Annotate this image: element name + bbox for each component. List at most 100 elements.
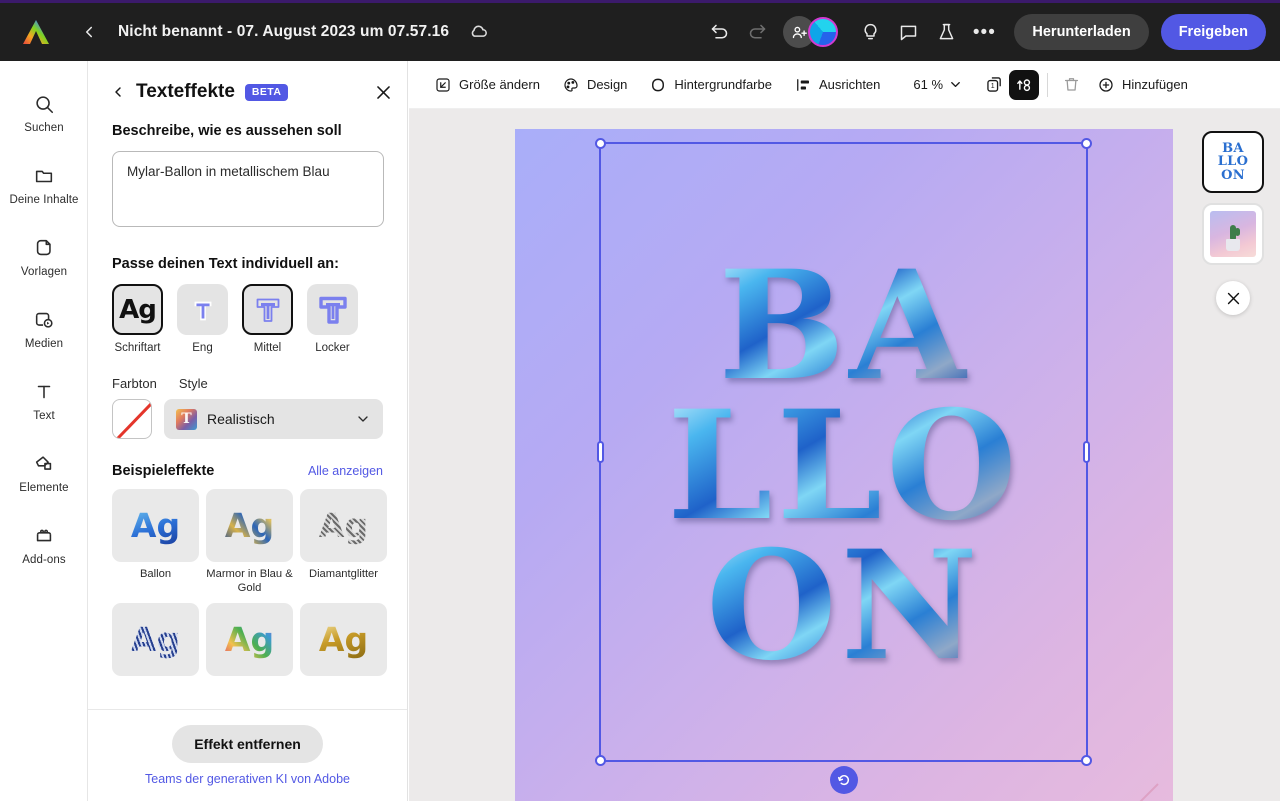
- background-color-label: Hintergrundfarbe: [674, 77, 772, 92]
- example-row3-3[interactable]: Ag: [300, 602, 387, 676]
- example-tile: Ag: [112, 489, 199, 562]
- sidebar-label: Vorlagen: [20, 265, 68, 278]
- example-glyph: Ag: [318, 619, 369, 659]
- design-button[interactable]: Design: [551, 69, 638, 101]
- elements-icon: [35, 455, 52, 470]
- adobe-express-logo[interactable]: [0, 19, 72, 46]
- sidebar-item-text[interactable]: Text: [0, 365, 88, 437]
- style-preview-icon: T: [176, 408, 197, 430]
- search-icon: [36, 95, 54, 113]
- example-glyph: Ag: [130, 619, 181, 659]
- balloon-text-object[interactable]: BA LLO ON: [515, 129, 1173, 779]
- sidebar-item-elemente[interactable]: Elemente: [0, 437, 88, 509]
- thumbnails-close-button[interactable]: [1216, 281, 1250, 315]
- zoom-value: 61 %: [913, 77, 944, 92]
- prompt-input[interactable]: [112, 151, 384, 227]
- generative-ai-link[interactable]: Teams der generativen KI von Adobe: [145, 772, 350, 786]
- style-dropdown[interactable]: T Realistisch: [164, 399, 383, 439]
- option-schriftart[interactable]: Ag Schriftart: [112, 284, 163, 354]
- align-button[interactable]: Ausrichten: [783, 69, 891, 101]
- example-tile: Ag: [112, 602, 199, 676]
- examples-title: Beispieleffekte: [112, 463, 215, 479]
- background-color-icon: [652, 78, 665, 91]
- sidebar-label: Text: [33, 409, 55, 422]
- download-button[interactable]: Herunterladen: [1014, 14, 1149, 50]
- option-eng[interactable]: Eng: [177, 284, 228, 354]
- sidebar-item-suchen[interactable]: Suchen: [0, 77, 88, 149]
- example-tile: Ag: [300, 489, 387, 562]
- balloon-line-1: BA: [718, 238, 970, 414]
- example-marmor[interactable]: Ag Marmor in Blau & Gold: [206, 489, 293, 596]
- option-locker[interactable]: Locker: [307, 284, 358, 354]
- add-button[interactable]: Hinzufügen: [1086, 69, 1199, 101]
- option-mittel[interactable]: Mittel: [242, 284, 293, 354]
- example-tile: Ag: [206, 489, 293, 562]
- thumbnail-balloon-text[interactable]: BA LLO ON: [1202, 131, 1264, 193]
- example-ballon[interactable]: Ag Ballon: [112, 489, 199, 596]
- chevron-left-icon: [115, 87, 121, 97]
- examples-show-all-link[interactable]: Alle anzeigen: [308, 464, 383, 478]
- text-medium-icon: [256, 298, 279, 322]
- beta-lab-button[interactable]: [928, 14, 964, 50]
- cloud-saved-icon: [467, 21, 489, 43]
- color-style-labels: Farbton Style: [112, 376, 383, 391]
- app-root: Nicht benannt - 07. August 2023 um 07.57…: [0, 0, 1280, 801]
- ideas-button[interactable]: [852, 14, 888, 50]
- sidebar-label: Add-ons: [22, 553, 66, 566]
- panel-close-button[interactable]: [374, 83, 393, 102]
- sidebar: Suchen Deine Inhalte Vorlagen Medien Tex…: [0, 61, 88, 801]
- resize-button[interactable]: Größe ändern: [423, 69, 551, 101]
- examples-grid: Ag Ballon Ag Marmor in Blau & Gold Ag Di…: [112, 489, 387, 676]
- example-diamantglitter[interactable]: Ag Diamantglitter: [300, 489, 387, 596]
- thumb-line-2: LLO: [1217, 154, 1249, 170]
- color-style-controls: T Realistisch: [112, 399, 383, 439]
- text-icon: [37, 385, 51, 398]
- undo-icon: [711, 24, 728, 39]
- more-options-button[interactable]: •••: [966, 14, 1002, 50]
- sidebar-item-deine-inhalte[interactable]: Deine Inhalte: [0, 149, 88, 221]
- text-effects-panel: Texteffekte BETA Beschreibe, wie es auss…: [88, 61, 408, 801]
- panel-back-button[interactable]: [110, 84, 126, 100]
- example-row3-2[interactable]: Ag: [206, 602, 293, 676]
- example-glyph: Ag: [318, 506, 369, 545]
- thumb-line-1: BA: [1222, 141, 1244, 157]
- user-avatar[interactable]: [808, 17, 839, 47]
- context-toolbar: Größe ändern Design Hintergrundfarbe Aus…: [409, 61, 1280, 109]
- example-glyph: Ag: [224, 619, 275, 659]
- sidebar-item-medien[interactable]: Medien: [0, 293, 88, 365]
- sidebar-item-vorlagen[interactable]: Vorlagen: [0, 221, 88, 293]
- cactus-arm: [1235, 228, 1240, 236]
- remove-effect-button[interactable]: Effekt entfernen: [172, 725, 323, 763]
- share-button[interactable]: Freigeben: [1160, 14, 1266, 50]
- artboard[interactable]: BA LLO ON: [515, 129, 1173, 801]
- thumb-line-3: ON: [1221, 167, 1245, 183]
- style-value: Realistisch: [207, 411, 275, 427]
- resize-label: Größe ändern: [459, 77, 540, 92]
- animate-button[interactable]: [1009, 69, 1040, 100]
- redo-button[interactable]: [739, 14, 775, 50]
- sidebar-item-add-ons[interactable]: Add-ons: [0, 509, 88, 581]
- background-strokes: [1139, 783, 1159, 801]
- align-label: Ausrichten: [818, 77, 881, 92]
- comment-button[interactable]: [890, 14, 926, 50]
- color-swatch-none[interactable]: [112, 399, 152, 439]
- toolbar-divider: [1047, 72, 1049, 97]
- adobe-logo-icon: [23, 19, 49, 44]
- undo-button[interactable]: [701, 14, 737, 50]
- option-label: Eng: [192, 342, 213, 354]
- delete-button[interactable]: [1056, 70, 1086, 100]
- cactus-photo: [1210, 211, 1256, 257]
- pages-button[interactable]: 1: [979, 70, 1009, 100]
- comment-icon: [900, 25, 917, 40]
- option-glyph: Ag: [119, 294, 157, 325]
- back-button[interactable]: [72, 15, 106, 49]
- thumbnail-cactus-photo[interactable]: [1202, 203, 1264, 265]
- zoom-control[interactable]: 61 %: [905, 70, 971, 99]
- palette-icon: [564, 77, 578, 92]
- align-icon: [797, 78, 809, 91]
- panel-body: Beschreibe, wie es aussehen soll Passe d…: [88, 123, 407, 709]
- close-icon: [1227, 292, 1239, 304]
- background-color-button[interactable]: Hintergrundfarbe: [638, 69, 783, 101]
- example-row3-1[interactable]: Ag: [112, 602, 199, 676]
- add-label: Hinzufügen: [1122, 77, 1188, 92]
